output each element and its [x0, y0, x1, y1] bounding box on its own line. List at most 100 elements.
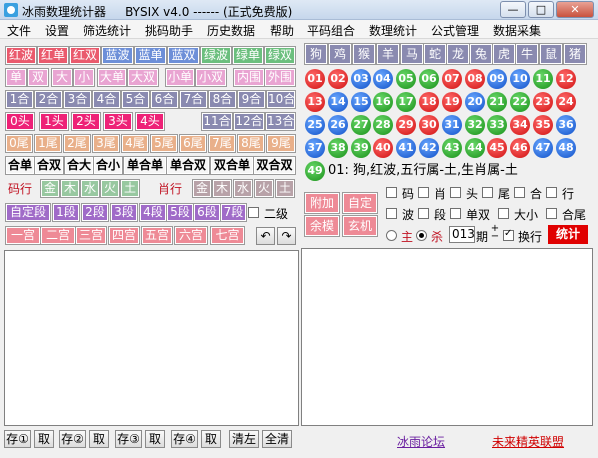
btn-inner[interactable]: 内围 [233, 68, 265, 87]
alliance-link[interactable]: 未来精英联盟 [492, 433, 564, 450]
ball-39[interactable]: 39 [351, 138, 371, 158]
save-4-button[interactable]: 存④ [171, 430, 198, 448]
btn-red-wave[interactable]: 红波 [5, 46, 37, 65]
qi-input[interactable]: 013 [449, 226, 475, 243]
btn-he-3[interactable]: 3合 [63, 90, 92, 109]
opt-wei-checkbox[interactable] [482, 187, 493, 198]
btn-tou-4[interactable]: 4头 [135, 112, 165, 131]
ball-37[interactable]: 37 [305, 138, 325, 158]
opt-xiao-checkbox[interactable] [418, 187, 429, 198]
ball-45[interactable]: 45 [487, 138, 507, 158]
zodiac-rat[interactable]: 鼠 [539, 43, 563, 65]
zodiac-tiger[interactable]: 虎 [492, 43, 516, 65]
opt-danshuang-checkbox[interactable] [450, 208, 461, 219]
btn-green-odd[interactable]: 绿单 [232, 46, 264, 65]
ball-19[interactable]: 19 [442, 92, 462, 112]
zodiac-pig[interactable]: 猪 [563, 43, 587, 65]
ball-04[interactable]: 04 [373, 69, 393, 89]
zodiac-dragon[interactable]: 龙 [446, 43, 470, 65]
ball-35[interactable]: 35 [533, 115, 553, 135]
btn-big-even[interactable]: 大双 [127, 68, 159, 87]
menu-file[interactable]: 文件 [7, 22, 31, 39]
ball-01[interactable]: 01 [305, 69, 325, 89]
ball-26[interactable]: 26 [328, 115, 348, 135]
btn-maxing-fire[interactable]: 火 [100, 179, 120, 198]
opt-ma-checkbox[interactable] [386, 187, 397, 198]
ball-31[interactable]: 31 [442, 115, 462, 135]
btn-gong-2[interactable]: 二宫 [40, 226, 76, 245]
menu-help[interactable]: 帮助 [270, 22, 294, 39]
ball-18[interactable]: 18 [419, 92, 439, 112]
ball-03[interactable]: 03 [351, 69, 371, 89]
save-2-button[interactable]: 存② [59, 430, 86, 448]
ball-23[interactable]: 23 [533, 92, 553, 112]
qi-spinner[interactable]: + − [490, 224, 500, 243]
maximize-button[interactable]: □ [528, 1, 554, 18]
menu-settings[interactable]: 设置 [45, 22, 69, 39]
btn-tou-0[interactable]: 0头 [5, 112, 35, 131]
ball-15[interactable]: 15 [351, 92, 371, 112]
opt-he-checkbox[interactable] [514, 187, 525, 198]
ball-22[interactable]: 22 [510, 92, 530, 112]
btn-odd-he-odd[interactable]: 单合单 [123, 156, 167, 175]
menu-history[interactable]: 历史数据 [207, 22, 255, 39]
btn-he-even[interactable]: 合双 [34, 156, 64, 175]
btn-wei-6[interactable]: 6尾 [179, 134, 207, 153]
ball-07[interactable]: 07 [442, 69, 462, 89]
btn-duan-2[interactable]: 2段 [81, 203, 109, 222]
btn-red-odd[interactable]: 红单 [37, 46, 69, 65]
save-3-button[interactable]: 存③ [115, 430, 142, 448]
btn-small[interactable]: 小 [73, 68, 95, 87]
btn-big[interactable]: 大 [51, 68, 73, 87]
btn-outer[interactable]: 外围 [264, 68, 296, 87]
btn-small-odd[interactable]: 小单 [165, 68, 195, 87]
btn-even[interactable]: 双 [27, 68, 49, 87]
xuanji-button[interactable]: 玄机 [342, 215, 378, 237]
btn-tou-1[interactable]: 1头 [39, 112, 69, 131]
btn-blue-odd[interactable]: 蓝单 [134, 46, 167, 65]
btn-custom-duan[interactable]: 自定段 [5, 203, 51, 222]
btn-he-13[interactable]: 13合 [265, 112, 296, 131]
take-1-button[interactable]: 取 [34, 430, 54, 448]
zodiac-snake[interactable]: 蛇 [423, 43, 447, 65]
ball-05[interactable]: 05 [396, 69, 416, 89]
btn-wei-1[interactable]: 1尾 [34, 134, 62, 153]
huanxing-checkbox[interactable] [503, 228, 514, 241]
btn-even-he-odd[interactable]: 双合单 [210, 156, 254, 175]
btn-xiaoxing-water[interactable]: 水 [233, 179, 253, 198]
ball-29[interactable]: 29 [396, 115, 416, 135]
ball-36[interactable]: 36 [556, 115, 576, 135]
btn-duan-4[interactable]: 4段 [139, 203, 167, 222]
btn-maxing-earth[interactable]: 土 [120, 179, 140, 198]
ball-34[interactable]: 34 [510, 115, 530, 135]
ball-06[interactable]: 06 [419, 69, 439, 89]
menu-math-stats[interactable]: 数理统计 [369, 22, 417, 39]
opt-hang-checkbox[interactable] [546, 187, 557, 198]
redo-button[interactable]: ↷ [277, 227, 296, 245]
btn-maxing-metal[interactable]: 金 [40, 179, 60, 198]
ball-09[interactable]: 09 [487, 69, 507, 89]
mode-sha-radio[interactable] [416, 230, 427, 241]
btn-gong-1[interactable]: 一宫 [5, 226, 41, 245]
btn-wei-9[interactable]: 9尾 [266, 134, 296, 153]
btn-tou-3[interactable]: 3头 [103, 112, 133, 131]
ball-32[interactable]: 32 [465, 115, 485, 135]
ball-38[interactable]: 38 [328, 138, 348, 158]
ball-47[interactable]: 47 [533, 138, 553, 158]
zodiac-rooster[interactable]: 鸡 [328, 43, 352, 65]
ball-48[interactable]: 48 [556, 138, 576, 158]
btn-he-big[interactable]: 合大 [64, 156, 94, 175]
ball-25[interactable]: 25 [305, 115, 325, 135]
btn-gong-5[interactable]: 五宫 [141, 226, 173, 245]
btn-blue-even[interactable]: 蓝双 [167, 46, 200, 65]
btn-gong-7[interactable]: 七宫 [210, 226, 245, 245]
btn-even-he-even[interactable]: 双合双 [253, 156, 296, 175]
minimize-button[interactable]: — [500, 1, 526, 18]
btn-duan-7[interactable]: 7段 [220, 203, 247, 222]
ball-14[interactable]: 14 [328, 92, 348, 112]
ball-17[interactable]: 17 [396, 92, 416, 112]
ball-43[interactable]: 43 [442, 138, 462, 158]
zodiac-goat[interactable]: 羊 [376, 43, 400, 65]
erji-checkbox[interactable] [248, 207, 259, 218]
btn-maxing-water[interactable]: 水 [80, 179, 100, 198]
